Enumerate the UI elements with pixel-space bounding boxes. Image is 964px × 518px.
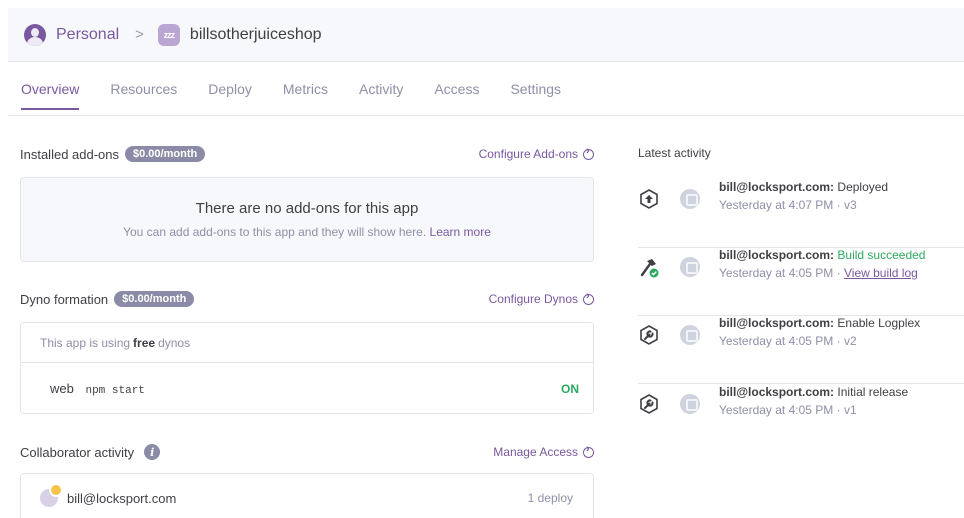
activity-user: bill@locksport.com: (719, 385, 835, 399)
learn-more-link[interactable]: Learn more (430, 225, 491, 239)
activity-action: Enable Logplex (837, 316, 921, 330)
activity-version: · v1 (836, 403, 857, 417)
configure-dynos-label[interactable]: Configure Dynos (489, 292, 578, 306)
app-sleep-icon: zzz (157, 23, 180, 46)
configure-addons-label[interactable]: Configure Add-ons (479, 147, 578, 161)
activity-time: Yesterday at 4:05 PM (719, 403, 834, 417)
manage-access-label[interactable]: Manage Access (493, 445, 578, 459)
dyno-status: ON (561, 381, 579, 396)
addons-empty-subtitle: You can add add-ons to this app and they… (21, 225, 593, 239)
addons-empty-title: There are no add-ons for this app (195, 200, 419, 217)
collaborator-row: bill@locksport.com 1 deploy (20, 473, 594, 518)
dyno-info: This app is using free dynos (21, 323, 593, 363)
view-build-log-link[interactable]: View build log (844, 266, 918, 280)
tab-settings[interactable]: Settings (510, 62, 561, 116)
activity-item: bill@locksport.com: Initial release Yest… (638, 385, 964, 453)
activity-time: Yesterday at 4:05 PM (719, 266, 834, 280)
tab-activity[interactable]: Activity (359, 62, 403, 116)
info-icon[interactable]: i (144, 444, 161, 460)
dyno-title: Dyno formation (20, 291, 109, 307)
configure-addons-link[interactable]: Configure Add-ons (479, 145, 594, 161)
activity-version: · v3 (836, 198, 857, 212)
deploy-icon (640, 189, 658, 209)
activity-item: bill@locksport.com: Enable Logplex Yeste… (638, 316, 964, 384)
activity-user: bill@locksport.com: (719, 180, 835, 194)
activity-time: Yesterday at 4:07 PM (719, 198, 834, 212)
tab-overview[interactable]: Overview (21, 62, 80, 116)
tab-deploy[interactable]: Deploy (208, 62, 252, 116)
dyno-process-command: npm start (85, 384, 145, 397)
latest-activity-title: Latest activity (638, 146, 711, 160)
addons-title: Installed add-ons (20, 146, 120, 162)
breadcrumb-separator-icon: > (135, 26, 144, 43)
activity-version: · v2 (836, 334, 857, 348)
tab-metrics[interactable]: Metrics (283, 62, 328, 116)
configure-dynos-link[interactable]: Configure Dynos (489, 290, 594, 306)
manage-access-link[interactable]: Manage Access (493, 443, 594, 459)
collaborator-deploy-count: 1 deploy (527, 491, 573, 505)
tab-resources[interactable]: Resources (110, 62, 177, 116)
activity-user-avatar (680, 257, 700, 277)
activity-action: Build succeeded (837, 248, 926, 262)
activity-item: bill@locksport.com: Build succeeded Yest… (638, 248, 964, 316)
dyno-process-name: web (50, 380, 74, 396)
addons-empty-text: You can add add-ons to this app and they… (123, 225, 427, 239)
breadcrumb-app-name[interactable]: billsotherjuiceshop (190, 26, 322, 44)
arrow-right-circle-icon[interactable] (583, 145, 594, 160)
wrench-icon (640, 394, 658, 414)
dyno-info-suffix: dynos (158, 335, 191, 350)
app-header: Personal > zzz billsotherjuiceshop (8, 8, 964, 62)
wrench-icon (640, 325, 658, 345)
collaborator-header: Collaborator activity i Manage Access (20, 442, 594, 462)
dyno-info-prefix: This app is using (40, 335, 131, 350)
tab-access[interactable]: Access (434, 62, 479, 116)
dyno-panel: This app is using free dynos web npm sta… (20, 322, 594, 414)
collaborator-avatar (40, 483, 63, 507)
collaborator-title: Collaborator activity (20, 444, 135, 460)
activity-user-avatar (680, 325, 700, 345)
activity-action: Deployed (837, 180, 889, 194)
dyno-price-badge: $0.00/month (114, 291, 195, 307)
activity-separator: · (836, 266, 841, 280)
dyno-row[interactable]: web npm start ON (21, 363, 593, 414)
addons-header: Installed add-ons $0.00/month Configure … (20, 144, 594, 164)
activity-item: bill@locksport.com: Deployed Yesterday a… (638, 180, 964, 248)
arrow-right-circle-icon[interactable] (583, 443, 594, 458)
arrow-right-circle-icon[interactable] (583, 290, 594, 305)
activity-action: Initial release (837, 385, 909, 399)
dyno-header: Dyno formation $0.00/month Configure Dyn… (20, 289, 594, 309)
activity-user-avatar (680, 394, 700, 414)
addons-price-badge: $0.00/month (125, 146, 206, 162)
activity-user: bill@locksport.com: (719, 248, 835, 262)
dyno-info-tier: free (133, 335, 156, 350)
activity-time: Yesterday at 4:05 PM (719, 334, 834, 348)
activity-user: bill@locksport.com: (719, 316, 835, 330)
activity-user-avatar (680, 189, 700, 209)
breadcrumb-personal[interactable]: Personal (56, 26, 119, 44)
collaborator-email: bill@locksport.com (67, 490, 177, 506)
build-success-icon (640, 259, 659, 278)
personal-avatar-icon[interactable] (24, 23, 46, 46)
app-tabs: Overview Resources Deploy Metrics Activi… (8, 62, 964, 116)
addons-empty-state: There are no add-ons for this app You ca… (20, 177, 594, 262)
